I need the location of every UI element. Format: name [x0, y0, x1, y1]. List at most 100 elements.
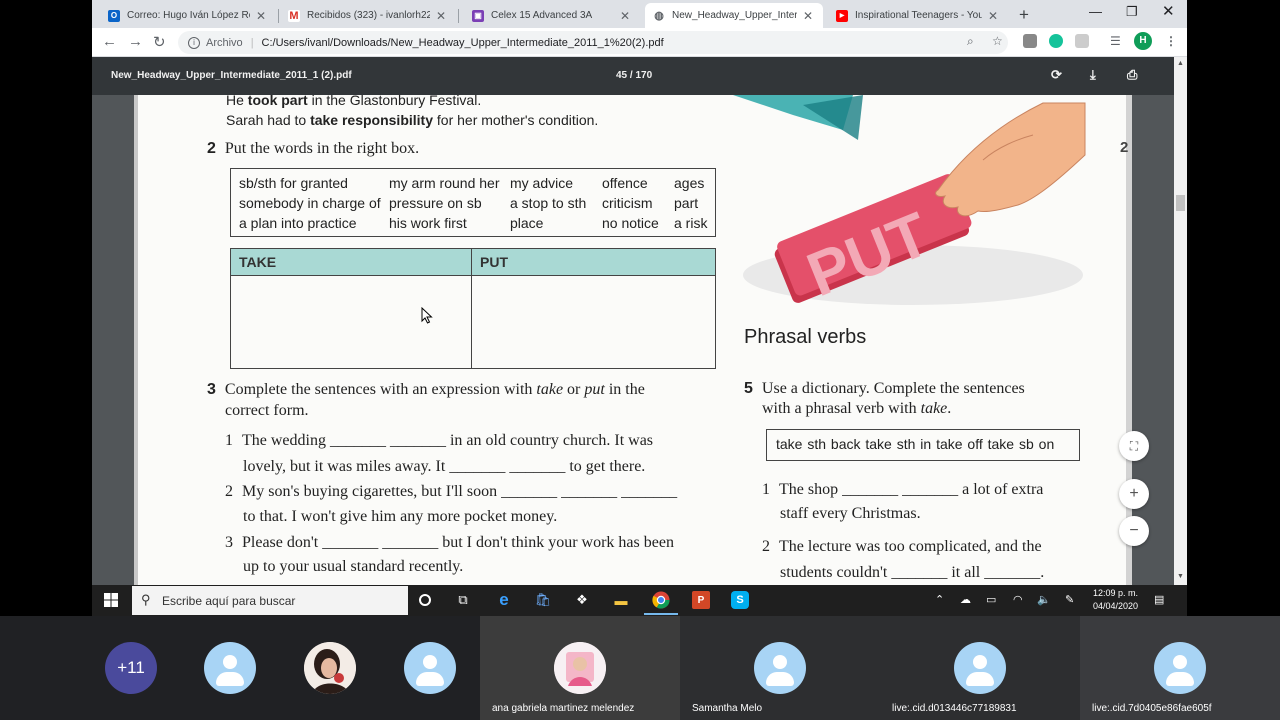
- tab-pdf[interactable]: ◍ New_Headway_Upper_Intermediate ✕: [645, 3, 823, 28]
- info-icon[interactable]: i: [188, 36, 200, 49]
- download-icon[interactable]: ⤓: [1090, 67, 1096, 83]
- scroll-down-icon[interactable]: ▼: [1177, 573, 1184, 580]
- sentence: 2 The lecture was too complicated, and th…: [762, 538, 1042, 555]
- word-column: ages part a risk: [674, 175, 708, 231]
- participant-tile[interactable]: ana gabriela martinez melendez: [480, 616, 680, 720]
- rotate-icon[interactable]: ⟳: [1051, 67, 1062, 83]
- outlook-icon: O: [108, 9, 120, 22]
- system-clock[interactable]: 12:09 p. m. 04/04/2020: [1093, 587, 1138, 613]
- task-view-icon[interactable]: ⧉: [454, 591, 472, 609]
- minimize-button[interactable]: —: [1089, 4, 1102, 19]
- tab-classroom[interactable]: ▣ Celex 15 Advanced 3A ✕: [464, 3, 640, 28]
- notifications-icon[interactable]: ▤: [1154, 593, 1164, 606]
- address-separator: |: [250, 36, 254, 49]
- menu-icon[interactable]: ⋮: [1165, 34, 1177, 48]
- pdf-toolbar: New_Headway_Upper_Intermediate_2011_1 (2…: [92, 57, 1187, 95]
- page-indicator: 45 / 170: [616, 70, 653, 81]
- sentence: 1 The shop _______ _______ a lot of extra: [762, 481, 1044, 498]
- profile-avatar[interactable]: H: [1134, 32, 1152, 50]
- table-divider: [231, 275, 715, 276]
- example-sentence: Sarah had to take responsibility for her…: [226, 112, 599, 128]
- extension-icon[interactable]: [1023, 34, 1037, 48]
- close-icon[interactable]: ✕: [618, 9, 632, 23]
- participant-tile[interactable]: live:.cid.7d0405e86fae605f: [1080, 616, 1280, 720]
- pdf-page: He took part in the Glastonbury Festival…: [134, 95, 1132, 585]
- chrome-icon[interactable]: [652, 591, 670, 609]
- scrollbar-thumb[interactable]: [1176, 195, 1185, 211]
- sentence: lovely, but it was miles away. It ______…: [243, 458, 646, 475]
- edge-icon[interactable]: e: [495, 590, 513, 609]
- sentence: to that. I won't give him any more pocke…: [243, 508, 558, 525]
- battery-icon[interactable]: ▭: [986, 593, 996, 606]
- store-icon[interactable]: 🛍: [534, 591, 552, 609]
- put-header: PUT: [472, 249, 715, 276]
- youtube-icon: ▶: [836, 9, 848, 22]
- exercise-3-heading: 3 Complete the sentences with an expressi…: [207, 381, 645, 398]
- extension-icon[interactable]: [1075, 34, 1089, 48]
- word-column: my arm round her pressure on sb his work f…: [389, 175, 500, 231]
- pdf-viewport[interactable]: He took part in the Glastonbury Festival…: [92, 95, 1174, 585]
- close-icon[interactable]: ✕: [434, 9, 448, 23]
- more-participants-badge[interactable]: +11: [105, 642, 157, 694]
- participant-avatar: [754, 642, 806, 694]
- participant-name: ana gabriela martinez melendez: [492, 703, 635, 714]
- reload-button[interactable]: ↻: [153, 33, 166, 51]
- address-bar[interactable]: i Archivo | C:/Users/ivanl/Downloads/New…: [178, 31, 1008, 54]
- sentence: students couldn't _______ it all _______…: [780, 564, 1045, 581]
- address-scheme: Archivo: [206, 36, 243, 49]
- participant-avatar[interactable]: [404, 642, 456, 694]
- zoom-in-button[interactable]: +: [1119, 479, 1149, 509]
- participant-photo-avatar[interactable]: [304, 642, 356, 694]
- participant-avatar[interactable]: [204, 642, 256, 694]
- participant-tile[interactable]: Samantha Melo: [680, 616, 880, 720]
- browser-window: O Correo: Hugo Iván López Rojas ✕ M Reci…: [92, 0, 1187, 585]
- scroll-up-icon[interactable]: ▲: [1177, 60, 1184, 67]
- wifi-icon[interactable]: ◠: [1013, 593, 1023, 606]
- close-icon[interactable]: ✕: [986, 9, 1000, 23]
- zoom-out-button[interactable]: −: [1119, 516, 1149, 546]
- powerpoint-icon[interactable]: P: [692, 591, 710, 609]
- bookmark-star-icon[interactable]: ☆: [992, 34, 1003, 48]
- tab-bar: O Correo: Hugo Iván López Rojas ✕ M Reci…: [92, 0, 1187, 28]
- fit-page-button[interactable]: ⛶: [1119, 431, 1149, 461]
- taskbar-search-input[interactable]: ⚲ Escribe aquí para buscar: [132, 586, 408, 615]
- cortana-icon[interactable]: [416, 591, 434, 609]
- participant-name: live:.cid.d013446c77189831: [892, 703, 1017, 714]
- tab-gmail[interactable]: M Recibidos (323) - ivanlorh22@g ✕: [280, 3, 456, 28]
- dropbox-icon[interactable]: ❖: [573, 591, 591, 609]
- scrollbar[interactable]: ▲ ▼: [1174, 57, 1187, 585]
- participant-name: live:.cid.7d0405e86fae605f: [1092, 703, 1212, 714]
- tab-youtube[interactable]: ▶ Inspirational Teenagers - YouTube ✕: [828, 3, 1008, 28]
- file-explorer-icon[interactable]: ▬: [612, 591, 630, 609]
- print-icon[interactable]: ⎙: [1127, 67, 1137, 83]
- word-column: offence criticism no notice: [602, 175, 659, 231]
- windows-start-icon[interactable]: [102, 591, 120, 609]
- tab-outlook[interactable]: O Correo: Hugo Iván López Rojas ✕: [100, 3, 276, 28]
- table-divider: [471, 249, 472, 368]
- tab-label: Celex 15 Advanced 3A: [491, 10, 593, 21]
- volume-icon[interactable]: 🔈: [1037, 593, 1051, 606]
- put-illustration: PUT: [733, 95, 1086, 310]
- participant-photo-avatar: [554, 642, 606, 694]
- back-button[interactable]: ←: [102, 33, 117, 50]
- participant-tile[interactable]: live:.cid.d013446c77189831: [880, 616, 1080, 720]
- grammarly-icon[interactable]: [1049, 34, 1063, 48]
- close-icon[interactable]: ✕: [254, 9, 268, 23]
- zoom-icon[interactable]: ⌕: [967, 34, 974, 49]
- maximize-button[interactable]: ❐: [1126, 4, 1138, 20]
- close-icon[interactable]: ✕: [801, 9, 815, 23]
- pen-icon[interactable]: ✎: [1065, 593, 1074, 606]
- new-tab-button[interactable]: +: [1019, 5, 1029, 25]
- forward-button[interactable]: →: [128, 33, 143, 50]
- taskbar: ⚲ Escribe aquí para buscar ⧉ e 🛍 ❖ ▬ P S…: [92, 585, 1187, 616]
- sentence: 3 Please don't _______ _______ but I don'…: [225, 534, 674, 551]
- sentence: 1 The wedding _______ _______ in an old c…: [225, 432, 654, 449]
- example-sentence: He took part in the Glastonbury Festival…: [226, 95, 482, 108]
- participant-avatar: [954, 642, 1006, 694]
- reading-list-icon[interactable]: ☰: [1110, 34, 1121, 48]
- chevron-up-icon[interactable]: ⌃: [935, 593, 944, 606]
- onedrive-icon[interactable]: ☁: [960, 593, 971, 606]
- skype-icon[interactable]: S: [731, 591, 749, 609]
- close-window-button[interactable]: ✕: [1162, 2, 1175, 20]
- address-url: C:/Users/ivanl/Downloads/New_Headway_Upp…: [261, 36, 664, 49]
